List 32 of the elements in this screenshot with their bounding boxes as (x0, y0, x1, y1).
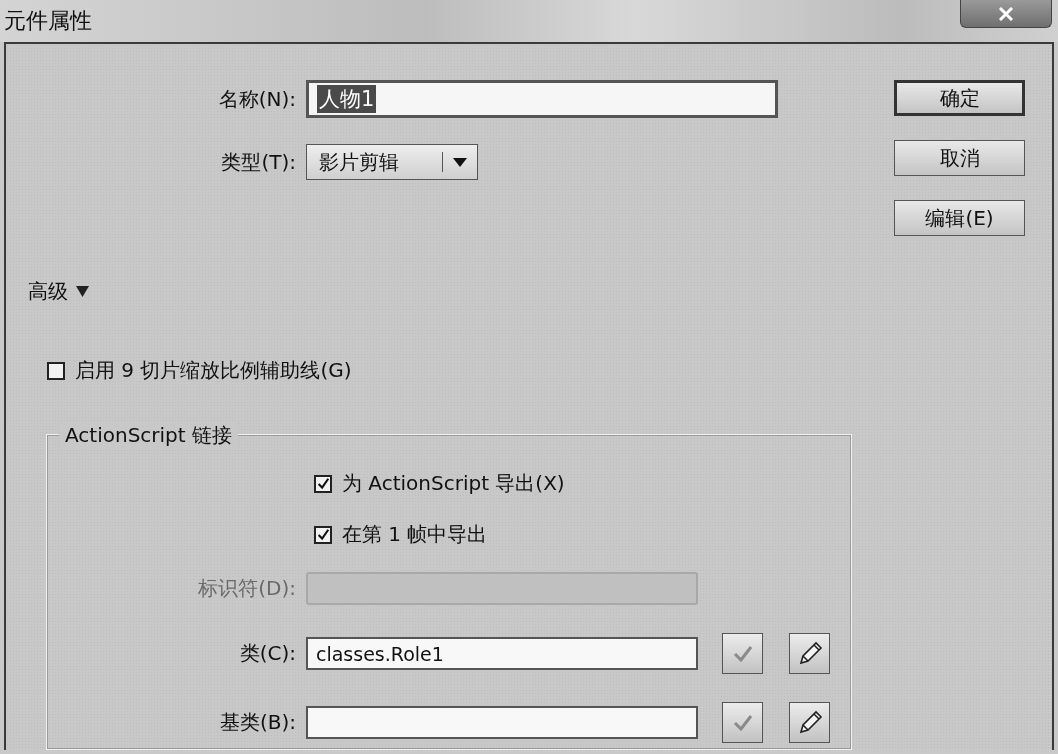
type-dropdown[interactable]: 影片剪辑 (306, 144, 478, 180)
name-field[interactable]: 人物1 (306, 80, 778, 118)
check-button[interactable] (722, 633, 763, 674)
dialog-button[interactable]: 取消 (894, 140, 1025, 176)
dialog-button[interactable]: 确定 (894, 80, 1025, 116)
field-label: 基类(B): (218, 709, 296, 736)
close-button[interactable] (960, 0, 1052, 28)
advanced-toggle[interactable]: 高级 (28, 278, 89, 305)
checkbox[interactable] (314, 525, 332, 544)
group-title: ActionScript 链接 (59, 422, 238, 449)
checkbox[interactable] (47, 361, 65, 380)
field-label: 标识符(D): (197, 575, 296, 602)
field-label: 名称(N): (217, 85, 296, 113)
name-value: 人物1 (317, 85, 377, 113)
edit-button[interactable] (789, 633, 830, 674)
dropdown-arrow-icon (453, 157, 467, 167)
close-icon (998, 6, 1014, 21)
text-field[interactable] (306, 706, 698, 739)
check-button[interactable] (722, 702, 763, 743)
text-field[interactable]: classes.Role1 (306, 637, 698, 670)
checkbox[interactable] (314, 474, 332, 493)
dialog-button[interactable]: 编辑(E) (894, 200, 1025, 236)
checkmark-icon (732, 644, 753, 663)
field-label: 类(C): (238, 640, 296, 667)
window-title: 元件属性 (3, 7, 92, 35)
checkbox-label: 在第 1 帧中导出 (342, 521, 488, 548)
checkmark-icon (732, 713, 753, 732)
checkbox-label: 启用 9 切片缩放比例辅助线(G) (75, 357, 352, 384)
field-label: 类型(T): (220, 148, 296, 176)
checkbox-label: 为 ActionScript 导出(X) (342, 470, 565, 497)
triangle-down-icon (76, 286, 89, 297)
edit-button[interactable] (789, 702, 830, 743)
